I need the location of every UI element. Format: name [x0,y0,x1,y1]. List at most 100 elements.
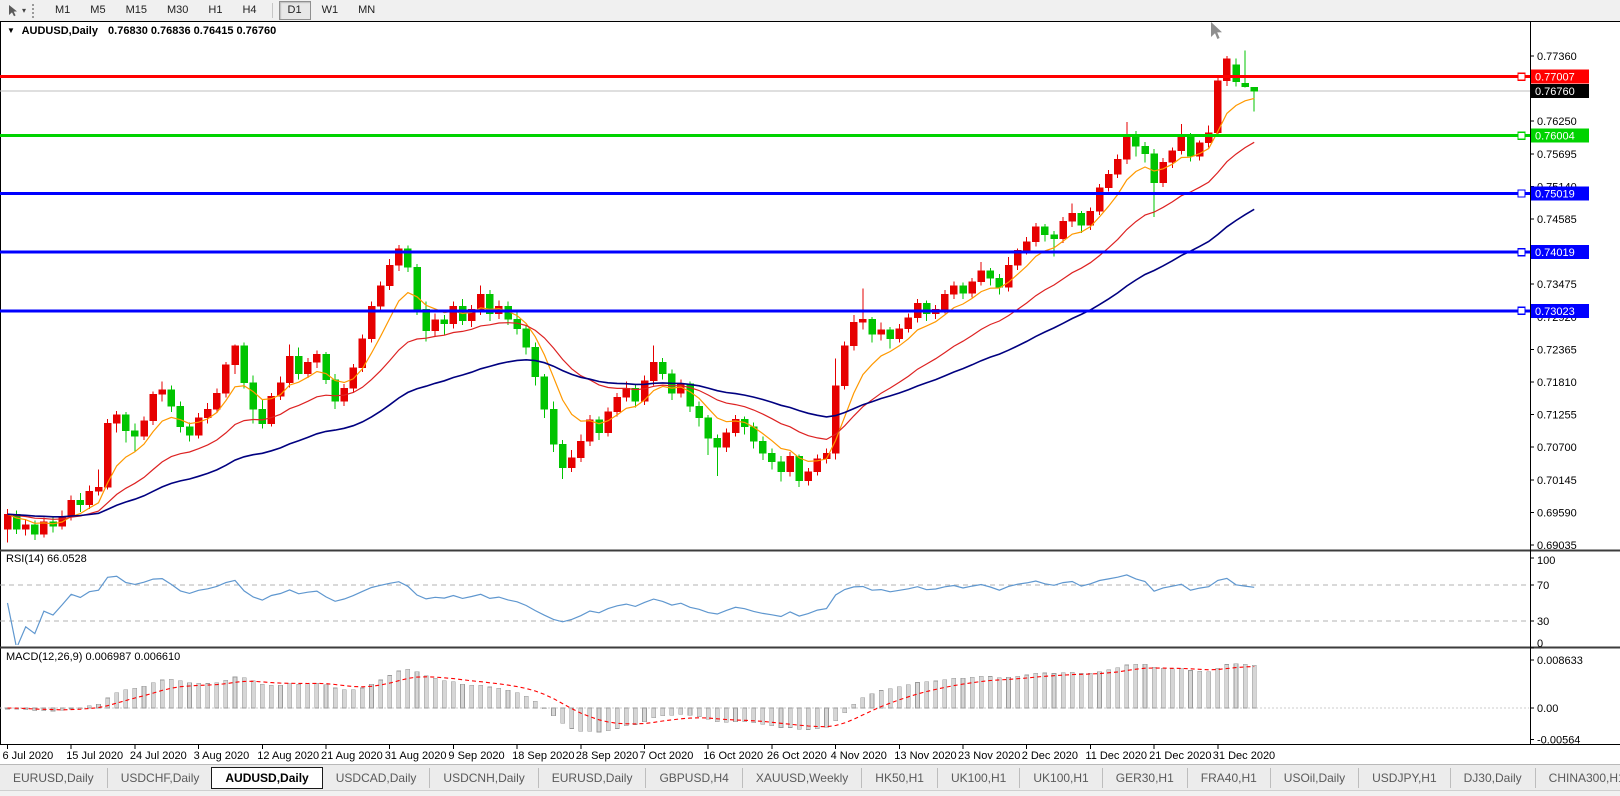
level-line-handle[interactable] [1517,72,1526,81]
price-axis-label: 0.71810 [1537,377,1577,389]
candle-body [850,321,858,346]
tab-dj30-daily-15[interactable]: DJ30,Daily [1449,767,1535,788]
macd-histogram-bar [1106,669,1111,709]
candle-body [831,385,840,454]
chart-canvas[interactable]: 0.773600.762500.756950.751400.745850.734… [0,0,1620,764]
tab-uk100-h1-9[interactable]: UK100,H1 [936,767,1019,788]
tab-usdchf-daily-1[interactable]: USDCHF,Daily [106,767,213,788]
tab-uk100-h1-10[interactable]: UK100,H1 [1019,767,1101,788]
price-axis[interactable]: 0.773600.762500.756950.751400.745850.734… [1530,51,1589,746]
macd-histogram-bar [942,679,948,709]
candle-body [140,420,148,437]
level-line-handle[interactable] [1517,189,1526,198]
date-axis[interactable]: 6 Jul 2020 15 Jul 2020 24 Jul 2020 3 Aug 20… [3,745,1276,762]
tab-audusd-daily-2[interactable]: AUDUSD,Daily [211,766,323,789]
tab-ger30-h1-11[interactable]: GER30,H1 [1101,767,1187,788]
macd-histogram-bar [141,685,147,709]
level-line-handle[interactable] [1517,306,1526,315]
level-line-handle[interactable] [1517,131,1526,140]
chart-ohlc-values: 0.76830 0.76836 0.76415 0.76760 [108,25,277,37]
price-badge: 0.75019 [1531,186,1589,201]
date-label: 11 Dec 2020 [1085,750,1147,762]
chart-dropdown-caret-icon[interactable]: ▼ [7,26,15,35]
tab-usdcad-daily-3[interactable]: USDCAD,Daily [321,767,430,788]
macd-axis-label: 0.00 [1537,703,1558,715]
date-label: 7 Oct 2020 [640,750,694,762]
rsi-axis-label: 70 [1537,580,1549,592]
macd-histogram-bar [469,684,474,709]
status-bar [0,790,1620,796]
price-badge: 0.73023 [1531,303,1589,318]
macd-histogram-bar [1142,664,1148,709]
macd-group [0,663,1529,733]
macd-histogram-bar [523,695,529,709]
price-badge-label: 0.75019 [1535,189,1575,201]
candle-body [586,419,594,442]
tab-eurusd-daily-0[interactable]: EURUSD,Daily [0,768,107,788]
tab-eurusd-daily-5[interactable]: EURUSD,Daily [537,767,646,788]
macd-histogram-bar [514,692,520,709]
date-label: 12 Aug 2020 [257,750,319,762]
tab-hk50-h1-8[interactable]: HK50,H1 [861,767,937,788]
macd-histogram-bar [587,707,593,732]
trading-terminal-window: ▾ M1 M5 M15 M30 H1 H4 D1 W1 MN ▼ AUDUSD,Daily 0.… [0,0,1620,796]
macd-histogram-bar [1233,663,1239,709]
price-axis-label: 0.75695 [1537,149,1577,161]
candle-body [631,388,640,402]
macd-histogram-bar [1124,664,1130,709]
macd-histogram-bar [1079,672,1084,709]
candle-body [1232,64,1240,83]
candle-body [176,405,185,427]
candle-body [1123,135,1131,160]
price-badge: 0.76004 [1531,128,1589,143]
tab-usdjpy-h1-14[interactable]: USDJPY,H1 [1358,767,1449,788]
macd-histogram-bar [842,707,848,713]
macd-histogram-bar [778,707,784,728]
candle-body [213,392,221,410]
level-line-handle[interactable] [1517,248,1526,257]
macd-histogram-bar [269,685,274,709]
price-axis-label: 0.76250 [1537,116,1577,128]
rsi-indicator-label: RSI(14) 66.0528 [6,553,87,565]
macd-histogram-bar [969,677,975,709]
price-axis-label: 0.73475 [1537,279,1577,291]
macd-histogram-bar [259,683,265,709]
candle-body [868,318,876,335]
tab-usoil-daily-13[interactable]: USOil,Daily [1269,767,1358,788]
macd-histogram-bar [1024,674,1029,709]
candle-body [649,361,658,382]
price-badge-label: 0.73023 [1535,306,1575,318]
tab-xauusd-weekly-7[interactable]: XAUUSD,Weekly [741,767,861,788]
macd-histogram-bar [196,683,201,709]
candle-body [1059,220,1067,239]
rsi-axis-label: 0 [1537,638,1543,650]
date-label: 9 Sep 2020 [448,750,504,762]
macd-histogram-bar [997,677,1002,709]
candle-body [1186,136,1195,157]
candle-body [1141,146,1149,154]
macd-histogram-bar [878,690,884,709]
macd-histogram-bar [578,707,584,732]
tab-usdcnh-daily-4[interactable]: USDCNH,Daily [429,767,537,788]
tab-fra40-h1-12[interactable]: FRA40,H1 [1186,767,1270,788]
macd-histogram-bar [460,683,465,709]
ma-line-mid [7,141,1255,520]
macd-histogram-bar [250,680,256,709]
macd-histogram-bar [987,676,993,709]
candle-body [149,394,157,422]
candle-body [531,347,540,377]
macd-signal-line [7,665,1255,728]
candle-body [258,408,267,424]
macd-histogram-bar [769,707,775,726]
candle-body [1250,86,1258,92]
macd-histogram-bar [714,707,720,722]
macd-histogram-bar [960,677,966,709]
tab-gbpusd-h4-6[interactable]: GBPUSD,H4 [645,767,741,788]
candle-body [304,361,312,375]
candle-body [1068,213,1076,222]
date-label: 21 Dec 2020 [1149,750,1211,762]
tab-china300-h1-16[interactable]: CHINA300,H1 [1534,767,1620,788]
candle-body [222,364,230,394]
macd-histogram-bar [159,679,165,709]
candle-body [1159,162,1167,184]
